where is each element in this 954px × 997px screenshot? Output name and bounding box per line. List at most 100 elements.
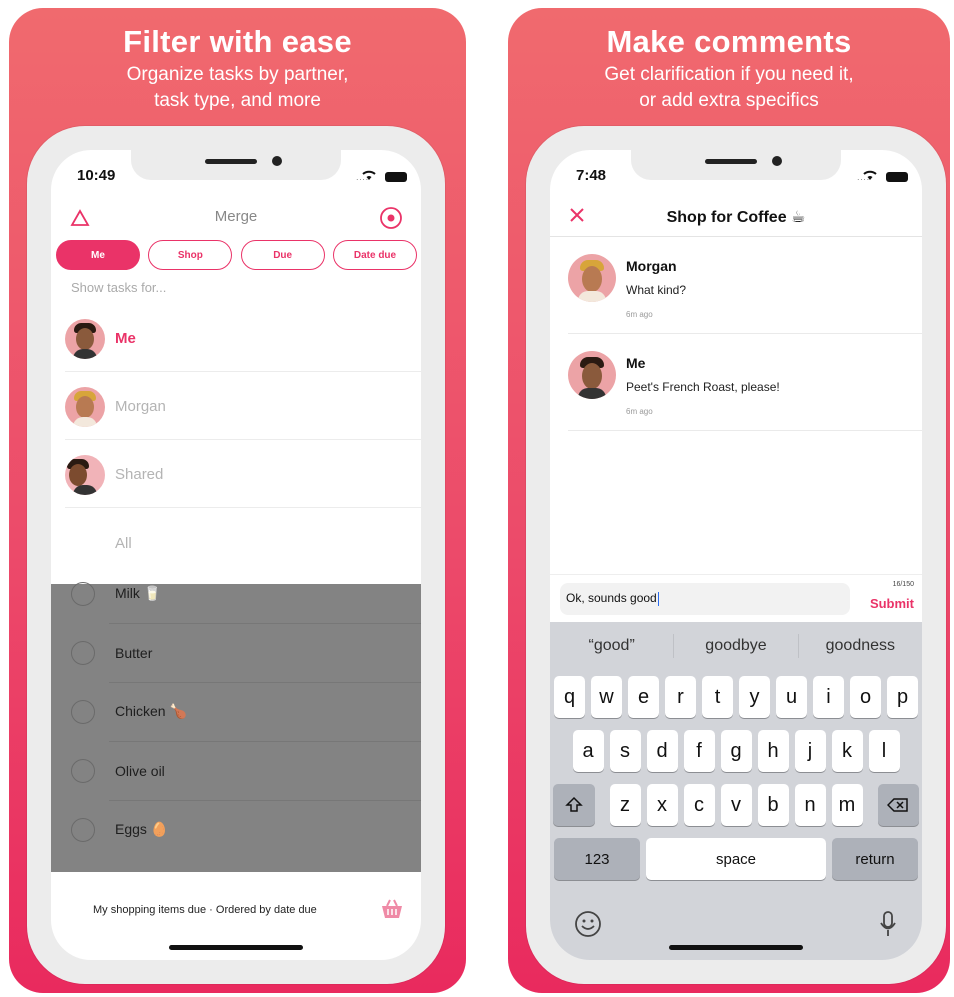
- avatar: [65, 386, 105, 427]
- text-caret: [657, 591, 660, 606]
- key-y[interactable]: y: [739, 676, 770, 718]
- battery-icon: [886, 172, 908, 182]
- filter-label: Morgan: [115, 398, 166, 415]
- checkbox[interactable]: [71, 640, 95, 665]
- key-d[interactable]: d: [646, 730, 678, 772]
- home-indicator: [669, 945, 803, 950]
- filter-label: Me: [115, 330, 136, 347]
- suggestion-item[interactable]: “good”: [550, 637, 673, 655]
- avatar: [568, 254, 616, 302]
- key-t[interactable]: t: [702, 676, 733, 718]
- wifi-icon: [863, 170, 877, 180]
- key-f[interactable]: f: [683, 730, 715, 772]
- subtitle-line-2: or add extra specifics: [639, 90, 819, 111]
- space-key[interactable]: space: [646, 838, 826, 880]
- subtitle-line-2: task type, and more: [154, 90, 321, 111]
- key-e[interactable]: e: [628, 676, 659, 718]
- filter-row-me[interactable]: Me: [65, 306, 421, 372]
- key-n[interactable]: n: [794, 784, 826, 826]
- key-row-1: qwertyuiop: [550, 676, 922, 718]
- comment-input[interactable]: Ok, sounds good: [560, 583, 850, 615]
- microphone-icon[interactable]: [878, 910, 898, 938]
- checkbox[interactable]: [71, 817, 95, 842]
- key-g[interactable]: g: [720, 730, 752, 772]
- battery-icon: [385, 172, 407, 182]
- key-b[interactable]: b: [757, 784, 789, 826]
- task-name: Butter: [115, 644, 153, 661]
- chip-due[interactable]: Due: [240, 240, 325, 270]
- key-c[interactable]: c: [683, 784, 715, 826]
- task-row[interactable]: Olive oil: [51, 741, 421, 800]
- home-indicator: [169, 945, 303, 950]
- shift-icon: [564, 796, 583, 812]
- checkbox[interactable]: [71, 758, 95, 783]
- backspace-icon: [887, 798, 908, 812]
- status-time: 10:49: [77, 167, 116, 184]
- phone-frame: 7:48 .... Shop for Coffee ☕ Morgan What …: [526, 126, 946, 984]
- filter-row-morgan[interactable]: Morgan: [65, 374, 421, 440]
- filter-row-shared[interactable]: Shared: [65, 442, 421, 508]
- status-time: 7:48: [576, 167, 607, 184]
- comment-item: Me Peet's French Roast, please! 6m ago: [568, 335, 922, 431]
- char-count: 16/150: [892, 581, 914, 588]
- comment-time: 6m ago: [626, 310, 653, 319]
- key-h[interactable]: h: [757, 730, 789, 772]
- key-l[interactable]: l: [868, 730, 900, 772]
- key-row-2: asdfghjkl: [550, 730, 922, 772]
- avatar: [65, 318, 105, 359]
- basket-icon[interactable]: [379, 898, 405, 920]
- show-tasks-label: Show tasks for...: [71, 280, 167, 295]
- dimmed-task-list[interactable]: Milk 🥛 Butter Chicken 🍗 Olive oil Eggs 🥚: [51, 581, 421, 872]
- delete-key[interactable]: [877, 784, 919, 826]
- notch: [631, 150, 841, 180]
- checkbox[interactable]: [71, 699, 95, 724]
- task-row[interactable]: Butter: [51, 623, 421, 682]
- key-x[interactable]: x: [646, 784, 678, 826]
- key-m[interactable]: m: [831, 784, 863, 826]
- key-s[interactable]: s: [609, 730, 641, 772]
- task-row[interactable]: Eggs 🥚: [51, 800, 421, 859]
- key-j[interactable]: j: [794, 730, 826, 772]
- key-u[interactable]: u: [776, 676, 807, 718]
- letter-keys: zxcvbnm: [607, 784, 866, 826]
- shift-key[interactable]: [553, 784, 595, 826]
- key-a[interactable]: a: [572, 730, 604, 772]
- key-v[interactable]: v: [720, 784, 752, 826]
- panel-subtitle: Organize tasks by partner, task type, an…: [9, 62, 466, 114]
- avatar: [568, 351, 616, 399]
- chip-date-due[interactable]: Date due: [332, 240, 417, 270]
- checkbox[interactable]: [71, 581, 95, 606]
- speaker: [705, 159, 757, 164]
- task-row[interactable]: Milk 🥛: [51, 564, 421, 623]
- task-row[interactable]: Chicken 🍗: [51, 682, 421, 741]
- panel-filter: Filter with ease Organize tasks by partn…: [9, 8, 466, 993]
- target-icon[interactable]: [379, 206, 403, 230]
- emoji-icon[interactable]: [574, 910, 602, 938]
- key-q[interactable]: q: [554, 676, 585, 718]
- avatar: [65, 454, 105, 495]
- input-value: Ok, sounds good: [566, 591, 657, 605]
- chip-me[interactable]: Me: [56, 240, 140, 270]
- subtitle-line-1: Organize tasks by partner,: [126, 64, 349, 85]
- chip-shop[interactable]: Shop: [148, 240, 233, 270]
- panel-subtitle: Get clarification if you need it, or add…: [508, 62, 950, 114]
- key-z[interactable]: z: [609, 784, 641, 826]
- panel-headline: Make comments: [606, 24, 852, 59]
- key-i[interactable]: i: [813, 676, 844, 718]
- return-key[interactable]: return: [832, 838, 918, 880]
- suggestion-item[interactable]: goodness: [799, 637, 922, 655]
- key-o[interactable]: o: [850, 676, 881, 718]
- comment-author: Morgan: [626, 258, 677, 274]
- comment-text: Peet's French Roast, please!: [626, 380, 780, 394]
- numbers-key[interactable]: 123: [554, 838, 640, 880]
- comment-item: Morgan What kind? 6m ago: [568, 238, 922, 334]
- key-k[interactable]: k: [831, 730, 863, 772]
- key-w[interactable]: w: [591, 676, 622, 718]
- key-p[interactable]: p: [887, 676, 918, 718]
- suggestion-item[interactable]: goodbye: [674, 637, 797, 655]
- keyboard: “good” goodbye goodness qwertyuiop asdfg…: [550, 622, 922, 960]
- key-r[interactable]: r: [665, 676, 696, 718]
- suggestion-bar: “good” goodbye goodness: [550, 622, 922, 670]
- submit-button[interactable]: Submit: [870, 596, 914, 611]
- filter-label: All: [115, 534, 132, 552]
